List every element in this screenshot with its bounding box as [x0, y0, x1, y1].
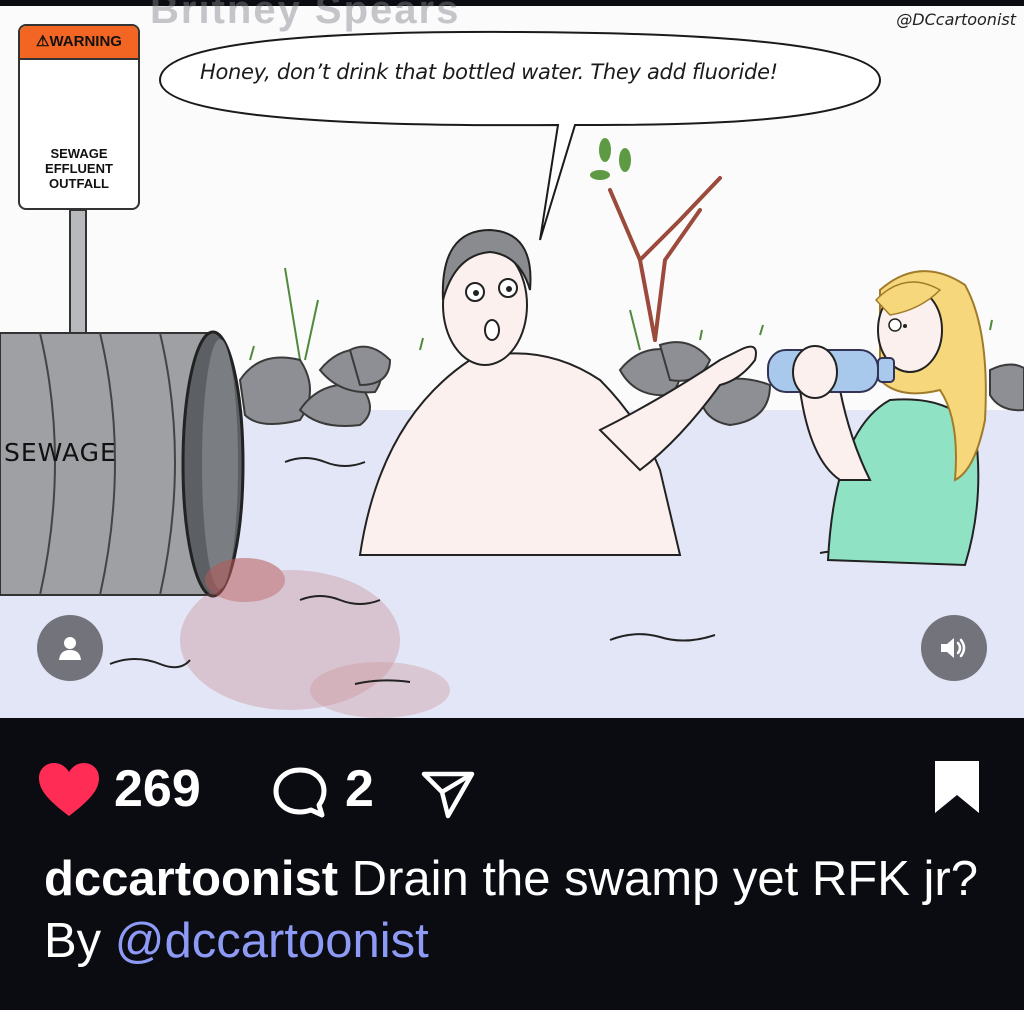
share-icon[interactable]: [420, 766, 476, 820]
sound-toggle-button[interactable]: [921, 615, 987, 681]
bookmark-icon[interactable]: [932, 758, 982, 816]
heart-icon[interactable]: [38, 762, 100, 818]
sign-line-2: EFFLUENT: [45, 161, 113, 176]
warning-sign: ⚠WARNING SEWAGE EFFLUENT OUTFALL: [18, 24, 140, 210]
user-tag-button[interactable]: [37, 615, 103, 681]
post-actions-bar: 269 2: [0, 718, 1024, 858]
speech-bubble-text: Honey, don’t drink that bottled water. T…: [200, 60, 778, 84]
cartoon-illustration: [0, 30, 1024, 718]
user-tag-icon: [59, 637, 81, 660]
like-count[interactable]: 269: [114, 759, 201, 819]
warning-sign-header: ⚠WARNING: [20, 26, 138, 60]
caption-mention-link[interactable]: @dccartoonist: [115, 914, 429, 968]
post-image[interactable]: Britney Spears @DCcartoonist Honey, don’…: [0, 0, 1024, 718]
ghost-header-text: Britney Spears: [150, 0, 461, 32]
sign-line-3: OUTFALL: [49, 176, 109, 191]
cartoon-credit: @DCcartoonist: [896, 10, 1016, 29]
caption-username[interactable]: dccartoonist: [44, 852, 338, 906]
speaker-icon: [941, 638, 966, 658]
pipe-label: SEWAGE: [4, 438, 117, 467]
comment-count[interactable]: 2: [345, 759, 374, 819]
post-caption: dccartoonist Drain the swamp yet RFK jr?…: [44, 848, 1004, 972]
comment-icon[interactable]: [270, 764, 330, 820]
sign-line-1: SEWAGE: [50, 146, 108, 161]
